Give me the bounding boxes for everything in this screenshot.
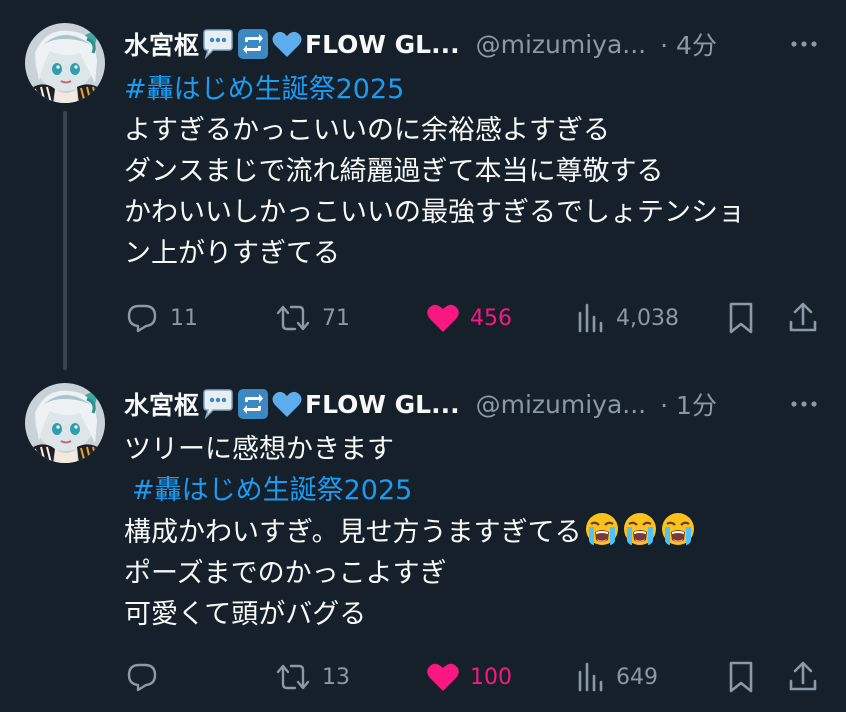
like-button[interactable]: 100 xyxy=(426,655,512,699)
share-button[interactable] xyxy=(786,655,820,699)
repost-icon xyxy=(276,664,310,690)
display-name[interactable]: 水宮枢 xyxy=(124,386,199,422)
tweet-line: ン上がりすぎてる xyxy=(124,238,340,269)
repost-count: 71 xyxy=(322,305,350,331)
tweet-line: 構成かわいすぎ。見せ方うますぎてる xyxy=(124,511,826,553)
thread-line xyxy=(63,111,67,370)
reply-icon xyxy=(127,304,157,333)
avatar[interactable] xyxy=(25,23,105,103)
timestamp[interactable]: · 4分 xyxy=(660,26,717,62)
blue-heart-icon xyxy=(271,389,303,419)
tweet-line: ツリーに感想かきます xyxy=(124,434,394,465)
hashtag-link[interactable]: #轟はじめ生誕祭2025 xyxy=(124,69,826,110)
hashtag-link[interactable]: #轟はじめ生誕祭2025 xyxy=(124,470,826,511)
avatar[interactable] xyxy=(25,383,105,463)
repost-icon xyxy=(276,305,310,331)
timeline: 水宮枢 FLOW GL... @mizumiya... · 4分 #轟はじめ生誕… xyxy=(0,0,846,712)
tweet-text: #轟はじめ生誕祭2025 よすぎるかっこいいのに余裕感よすぎる ダンスまじで流れ… xyxy=(124,69,826,274)
reply-button[interactable] xyxy=(124,655,170,699)
like-button[interactable]: 456 xyxy=(426,296,512,340)
more-icon[interactable] xyxy=(786,390,822,418)
reply-count: 11 xyxy=(170,305,198,331)
speech-bubble-icon xyxy=(201,389,235,419)
tweet-line: ポーズまでのかっこよすぎ xyxy=(124,558,447,589)
speech-bubble-icon xyxy=(201,29,235,59)
tweet[interactable]: 水宮枢 FLOW G xyxy=(0,0,846,370)
view-count: 649 xyxy=(616,664,658,690)
repost-count: 13 xyxy=(322,664,350,690)
bookmark-icon xyxy=(729,661,753,693)
handle[interactable]: @mizumiya... xyxy=(476,30,647,59)
bookmark-icon xyxy=(729,302,753,334)
bookmark-button[interactable] xyxy=(726,655,756,699)
tweet[interactable]: 水宮枢 FLOW G xyxy=(0,365,846,712)
views-button[interactable]: 649 xyxy=(576,655,658,699)
share-button[interactable] xyxy=(786,296,820,340)
share-icon xyxy=(789,661,817,691)
tweet-line: 可愛くて頭がバグる xyxy=(124,599,367,630)
display-name-suffix[interactable]: FLOW GL... xyxy=(305,30,460,59)
heart-filled-icon xyxy=(427,304,459,332)
loudly-crying-face-icon xyxy=(584,511,619,547)
timestamp[interactable]: · 1分 xyxy=(660,386,717,422)
handle[interactable]: @mizumiya... xyxy=(476,390,647,419)
like-count: 456 xyxy=(470,305,512,331)
like-count: 100 xyxy=(470,664,512,690)
heart-filled-icon xyxy=(427,663,459,691)
tweet-line: かわいいしかっこいいの最強すぎるでしょテンショ xyxy=(124,197,745,228)
tweet-text: ツリーに感想かきます #轟はじめ生誕祭2025 構成かわいすぎ。見せ方うますぎて… xyxy=(124,429,826,635)
blue-heart-icon xyxy=(271,29,303,59)
view-count: 4,038 xyxy=(616,305,679,331)
tweet-header: 水宮枢 FLOW G xyxy=(124,24,822,64)
repost-button[interactable]: 13 xyxy=(274,655,350,699)
views-icon xyxy=(578,662,603,692)
reply-icon xyxy=(127,663,157,692)
repeat-button-icon xyxy=(237,28,269,60)
more-icon[interactable] xyxy=(786,30,822,58)
loudly-crying-face-icon xyxy=(660,511,695,547)
display-name[interactable]: 水宮枢 xyxy=(124,26,199,62)
action-bar: 13 100 649 xyxy=(124,655,822,699)
share-icon xyxy=(789,302,817,332)
tweet-header: 水宮枢 FLOW G xyxy=(124,384,822,424)
reply-button[interactable]: 11 xyxy=(124,296,198,340)
display-name-suffix[interactable]: FLOW GL... xyxy=(305,390,460,419)
views-button[interactable]: 4,038 xyxy=(576,296,679,340)
loudly-crying-face-icon xyxy=(622,511,657,547)
views-icon xyxy=(578,303,603,333)
repeat-button-icon xyxy=(237,388,269,420)
action-bar: 11 71 456 4,038 xyxy=(124,296,822,340)
tweet-line: よすぎるかっこいいのに余裕感よすぎる xyxy=(124,115,610,146)
repost-button[interactable]: 71 xyxy=(274,296,350,340)
tweet-line-text: 構成かわいすぎ。見せ方うますぎてる xyxy=(124,517,582,548)
tweet-line: ダンスまじで流れ綺麗過ぎて本当に尊敬する xyxy=(124,156,664,187)
bookmark-button[interactable] xyxy=(726,296,756,340)
